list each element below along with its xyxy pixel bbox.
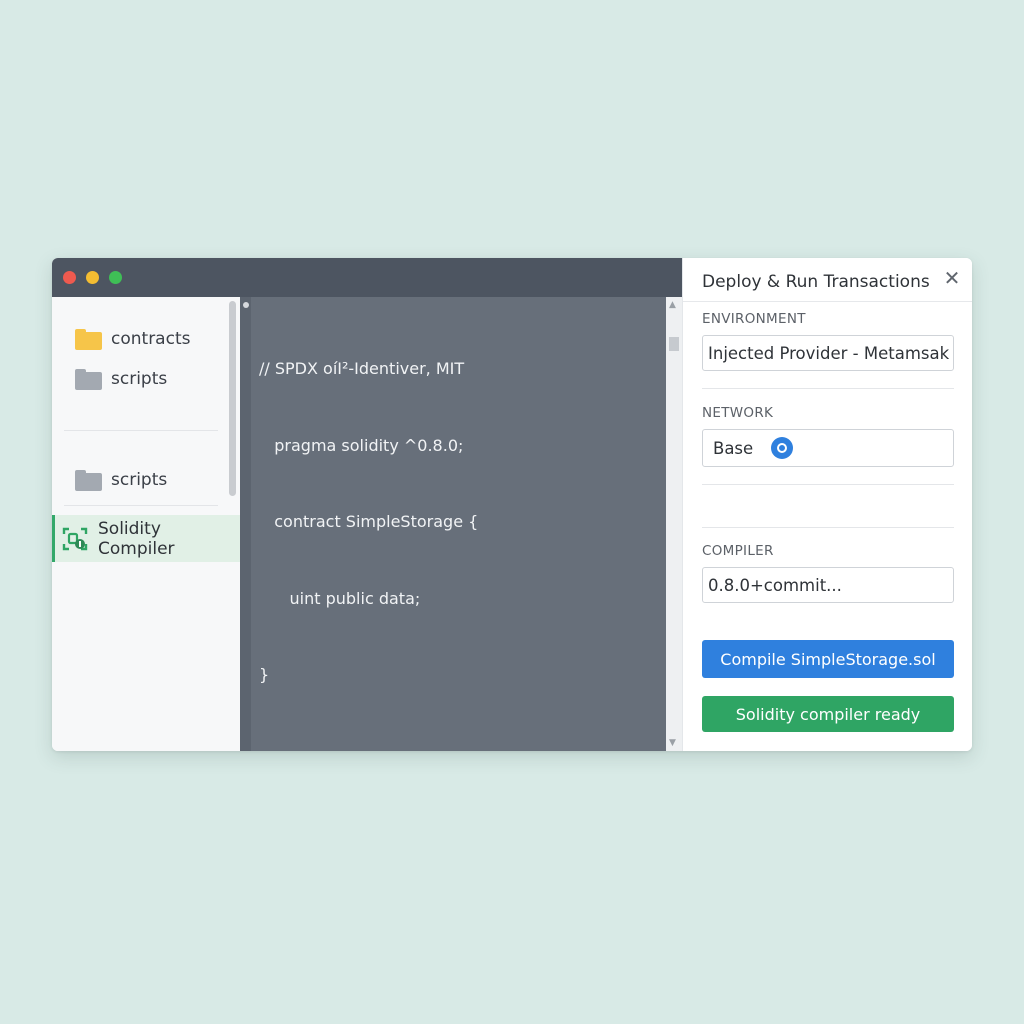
sidebar-divider: [64, 430, 218, 431]
environment-label: ENVIRONMENT: [702, 311, 806, 327]
title-bar: [52, 258, 682, 297]
folder-icon: [75, 328, 102, 350]
close-icon[interactable]: ✕: [941, 267, 963, 289]
sidebar-item-label: contracts: [111, 329, 191, 349]
code-line: uint public data;: [259, 588, 421, 608]
code-editor[interactable]: // SPDX oíΙ²-Identiver, MIT pragma solid…: [251, 297, 666, 751]
sidebar-item-scripts-2[interactable]: scripts: [75, 466, 167, 494]
code-line: // SPDX oíΙ²-Identiver, MIT: [259, 359, 465, 378]
scrollbar-thumb[interactable]: [669, 337, 679, 351]
code-line: pragma solidity ^0.8.0;: [259, 435, 464, 455]
section-divider: [702, 388, 954, 389]
network-label: NETWORK: [702, 405, 774, 421]
section-divider: [702, 484, 954, 485]
compiler-status-button[interactable]: Solidity compiler ready: [702, 696, 954, 732]
folder-icon: [75, 469, 102, 491]
sidebar-item-label: scripts: [111, 369, 168, 389]
sidebar-item-label: scripts: [111, 470, 168, 490]
code-line: contract SimpleStorage {: [259, 512, 479, 531]
environment-value: Injected Provider - Metamsak: [708, 343, 950, 363]
network-value: Base: [713, 438, 754, 458]
compiler-label: COMPILER: [702, 543, 774, 559]
sidebar-divider: [64, 505, 218, 506]
sidebar-item-contracts[interactable]: contracts: [75, 325, 190, 353]
sidebar-item-solidity-compiler[interactable]: Solidity Compiler: [52, 515, 240, 562]
minimize-window-button[interactable]: [86, 271, 99, 284]
code-line: }: [259, 665, 270, 684]
scroll-up-arrow-icon[interactable]: ▲: [669, 300, 676, 310]
sidebar-item-scripts[interactable]: scripts: [75, 365, 167, 393]
network-select[interactable]: Base: [702, 429, 954, 467]
compiler-version-select[interactable]: 0.8.0+commit...: [702, 567, 954, 603]
ide-window: contracts scripts scripts Solidity Compi…: [52, 258, 972, 751]
maximize-window-button[interactable]: [109, 271, 122, 284]
folder-icon: [75, 368, 102, 390]
editor-scrollbar[interactable]: ▲ ▼: [666, 297, 682, 751]
solidity-compiler-icon: [62, 527, 88, 551]
code-content[interactable]: // SPDX oíΙ²-Identiver, MIT pragma solid…: [259, 305, 478, 739]
sidebar-scrollbar[interactable]: [229, 301, 236, 496]
editor-gutter: [240, 297, 251, 751]
compile-button[interactable]: Compile SimpleStorage.sol: [702, 640, 954, 678]
network-icon: [771, 437, 794, 459]
compiler-value: 0.8.0+commit...: [708, 575, 842, 595]
breakpoint-marker[interactable]: [243, 302, 249, 308]
section-divider: [702, 527, 954, 528]
sidebar-item-label: Solidity Compiler: [98, 518, 175, 559]
panel-title: Deploy & Run Transactions: [702, 272, 930, 292]
panel-header-divider: [683, 301, 972, 302]
environment-select[interactable]: Injected Provider - Metamsak: [702, 335, 954, 371]
deploy-run-panel: Deploy & Run Transactions ✕ ENVIRONMENT …: [682, 258, 972, 751]
scroll-down-arrow-icon[interactable]: ▼: [669, 738, 676, 748]
close-window-button[interactable]: [63, 271, 76, 284]
file-explorer-sidebar: contracts scripts scripts Solidity Compi…: [52, 297, 240, 751]
